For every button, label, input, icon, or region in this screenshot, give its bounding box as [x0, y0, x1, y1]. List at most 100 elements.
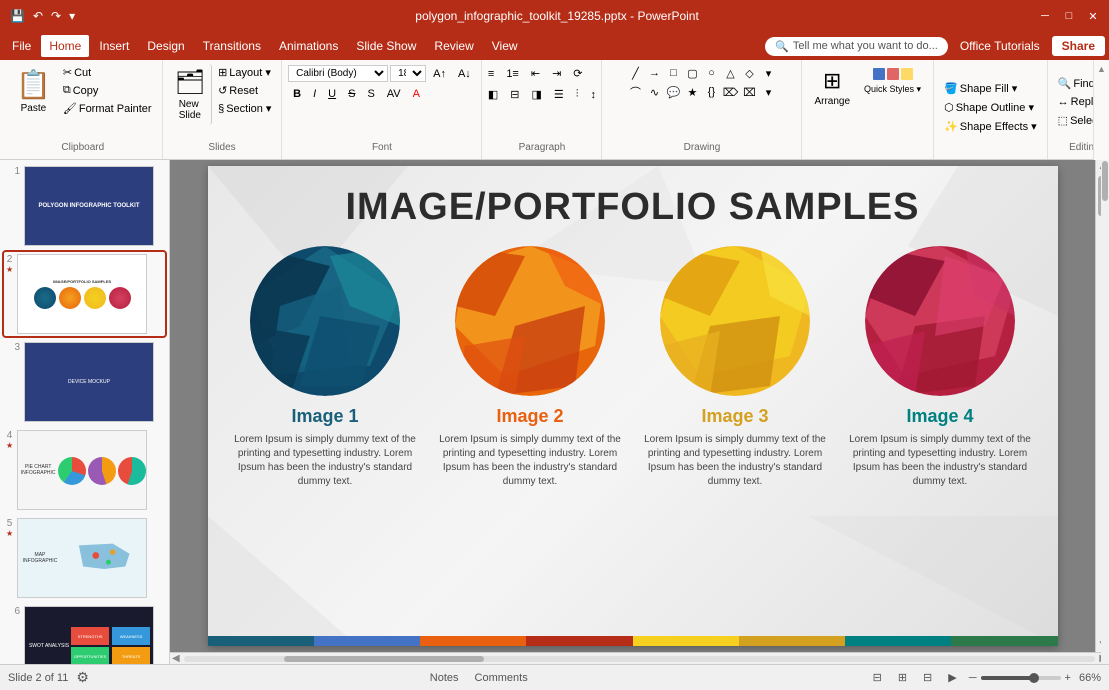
indent-less-button[interactable]: ⇤ — [526, 65, 545, 82]
star-shape[interactable]: ★ — [683, 83, 701, 101]
bracket-shape[interactable]: {} — [702, 83, 720, 101]
menu-transitions[interactable]: Transitions — [195, 35, 269, 57]
slide-thumb-4[interactable]: 4 ★ PIE CHARTINFOGRAPHIC — [4, 428, 165, 512]
copy-button[interactable]: ⧉ Copy — [59, 82, 156, 99]
reset-button[interactable]: ↺ Reset — [214, 82, 275, 99]
save-icon[interactable]: 💾 — [8, 7, 27, 25]
more-shapes[interactable]: ▾ — [759, 83, 777, 101]
numbering-button[interactable]: 1≡ — [501, 66, 524, 82]
layout-button[interactable]: ⊞ Layout ▾ — [214, 64, 275, 81]
shape-outline-label: Shape Outline ▾ — [956, 101, 1034, 114]
shapes-more[interactable]: ▾ — [759, 64, 777, 82]
maximize-button[interactable]: □ — [1061, 8, 1077, 24]
shape-fill-button[interactable]: 🪣 Shape Fill ▾ — [940, 80, 1021, 97]
zoom-in-button[interactable]: + — [1065, 672, 1071, 684]
shadow-button[interactable]: S — [362, 86, 379, 102]
scroll-left-arrow[interactable]: ◀ — [172, 653, 180, 664]
zoom-out-button[interactable]: ─ — [969, 672, 977, 684]
comments-button[interactable]: Comments — [475, 672, 528, 684]
zoom-thumb[interactable] — [1029, 673, 1039, 683]
cut-button[interactable]: ✂ Cut — [59, 64, 156, 81]
customize-icon[interactable]: ▾ — [67, 7, 77, 25]
menu-animations[interactable]: Animations — [271, 35, 346, 57]
slide-thumb-6[interactable]: 6 SWOT ANALYSIS STRENGTHS WEAKNESS OPPOR… — [4, 604, 165, 664]
quick-styles-button[interactable]: Quick Styles ▾ — [858, 64, 927, 99]
zoom-level[interactable]: 66% — [1079, 672, 1101, 684]
find-icon: 🔍 — [1058, 77, 1072, 90]
strikethrough-button[interactable]: S — [343, 86, 360, 102]
slide-star-4: ★ — [6, 441, 13, 450]
slideshow-view-button[interactable]: ▶ — [944, 669, 960, 686]
brace-shape[interactable]: ⌦ — [721, 83, 739, 101]
slide-panel[interactable]: 1 POLYGON INFOGRAPHIC TOOLKIT 2 ★ IMAGE/… — [0, 160, 170, 664]
bullets-button[interactable]: ≡ — [483, 66, 499, 82]
line-shape[interactable]: ╱ — [626, 64, 644, 82]
ribbon-collapse-button[interactable]: ▲ — [1097, 60, 1106, 160]
close-button[interactable]: ✕ — [1085, 8, 1101, 24]
new-slide-button[interactable]: 🗂 NewSlide — [169, 64, 212, 125]
zoom-slider[interactable]: ─ + — [969, 672, 1071, 684]
callout-shape[interactable]: 💬 — [664, 83, 682, 101]
menu-home[interactable]: Home — [41, 35, 89, 57]
decrease-font-button[interactable]: A↓ — [453, 66, 476, 82]
arc-shape[interactable]: ⌒ — [626, 83, 644, 101]
smart-art-button[interactable]: ⟳ — [568, 65, 587, 82]
reading-view-button[interactable]: ⊟ — [919, 669, 936, 686]
horizontal-scrollbar[interactable]: ◀ ▶ — [170, 652, 1109, 664]
slide-star-5: ★ — [6, 529, 13, 538]
menu-insert[interactable]: Insert — [91, 35, 137, 57]
menu-view[interactable]: View — [484, 35, 526, 57]
slide-thumb-2[interactable]: 2 ★ IMAGE/PORTFOLIO SAMPLES — [4, 252, 165, 336]
slide-sorter-button[interactable]: ⊞ — [894, 669, 911, 686]
rect-shape[interactable]: □ — [664, 64, 682, 82]
swatch-yellow — [901, 68, 913, 80]
redo-icon[interactable]: ↷ — [49, 7, 63, 25]
menu-file[interactable]: File — [4, 35, 39, 57]
tell-me-box[interactable]: 🔍 Tell me what you want to do... — [765, 37, 948, 56]
undo-icon[interactable]: ↶ — [31, 7, 45, 25]
slide-main[interactable]: IMAGE/PORTFOLIO SAMPLES — [208, 166, 1058, 646]
triangle-shape[interactable]: △ — [721, 64, 739, 82]
office-tutorials-link[interactable]: Office Tutorials — [952, 36, 1048, 56]
paste-button[interactable]: 📋 Paste — [10, 64, 57, 118]
italic-button[interactable]: I — [308, 86, 321, 102]
slide-thumb-5[interactable]: 5 ★ MAP INFOGRAPHIC — [4, 516, 165, 600]
font-color-button[interactable]: A — [408, 86, 425, 102]
section-button[interactable]: § Section ▾ — [214, 100, 275, 117]
slide-thumb-1[interactable]: 1 POLYGON INFOGRAPHIC TOOLKIT — [4, 164, 165, 248]
bold-button[interactable]: B — [288, 86, 306, 102]
curve-shape[interactable]: ∿ — [645, 83, 663, 101]
align-right-button[interactable]: ◨ — [527, 86, 547, 103]
shape-effects-button[interactable]: ✨ Shape Effects ▾ — [940, 118, 1041, 135]
menu-design[interactable]: Design — [139, 35, 192, 57]
increase-font-button[interactable]: A↑ — [428, 66, 451, 82]
circle-shape[interactable]: ○ — [702, 64, 720, 82]
find-button[interactable]: 🔍 Find — [1054, 75, 1099, 92]
indent-more-button[interactable]: ⇥ — [547, 65, 566, 82]
menu-review[interactable]: Review — [426, 35, 481, 57]
normal-view-button[interactable]: ⊟ — [869, 669, 886, 686]
notes-button[interactable]: Notes — [430, 672, 459, 684]
font-size-select[interactable]: 18 — [390, 65, 426, 82]
columns-button[interactable]: ⫶ — [571, 86, 584, 103]
zoom-track[interactable] — [981, 676, 1061, 680]
slide-num-col-5: 5 ★ — [6, 518, 13, 538]
custom-shape[interactable]: ⌧ — [740, 83, 758, 101]
justify-button[interactable]: ☰ — [549, 86, 569, 103]
align-center-button[interactable]: ⊟ — [505, 86, 524, 103]
shape-outline-button[interactable]: ⬡ Shape Outline ▾ — [940, 99, 1038, 116]
char-spacing-button[interactable]: AV — [382, 86, 406, 102]
slide-thumb-3[interactable]: 3 DEVICE MOCKUP — [4, 340, 165, 424]
share-button[interactable]: Share — [1052, 36, 1105, 56]
menu-slideshow[interactable]: Slide Show — [348, 35, 424, 57]
arrow-shape[interactable]: → — [645, 64, 663, 82]
font-family-select[interactable]: Calibri (Body) — [288, 65, 388, 82]
underline-button[interactable]: U — [323, 86, 341, 102]
line-spacing-button[interactable]: ↕ — [586, 87, 602, 103]
arrange-button[interactable]: ⊞ Arrange — [808, 64, 856, 111]
minimize-button[interactable]: ─ — [1037, 8, 1053, 24]
align-left-button[interactable]: ◧ — [483, 86, 503, 103]
rounded-rect-shape[interactable]: ▢ — [683, 64, 701, 82]
format-painter-button[interactable]: 🖌 Format Painter — [59, 100, 156, 117]
diamond-shape[interactable]: ◇ — [740, 64, 758, 82]
